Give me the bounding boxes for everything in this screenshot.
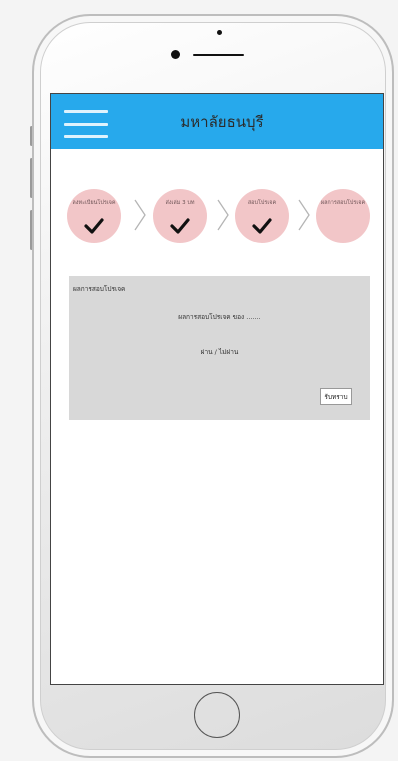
checkmark-icon bbox=[84, 218, 104, 234]
app-title: มหาลัยธนบุรี bbox=[180, 112, 264, 131]
step-label: ส่งเล่ม 3 บท bbox=[165, 200, 195, 206]
earpiece-speaker bbox=[193, 54, 244, 56]
step-register-project: ลงทะเบียนโปรเจค bbox=[67, 189, 121, 243]
proximity-sensor bbox=[217, 30, 222, 35]
step-label: ผลการสอบโปรเจค bbox=[320, 200, 366, 206]
app-header: มหาลัยธนบุรี bbox=[51, 94, 383, 149]
progress-steps: ลงทะเบียนโปรเจค ส่งเล่ม 3 บท สอบโปรเจค ผ… bbox=[67, 189, 373, 249]
card-title: ผลการสอบโปรเจค bbox=[73, 285, 126, 293]
acknowledge-button[interactable]: รับทราบ bbox=[320, 388, 352, 405]
chevron-right-icon bbox=[217, 199, 229, 231]
checkmark-icon bbox=[252, 218, 272, 234]
step-project-exam: สอบโปรเจค bbox=[235, 189, 289, 243]
pass-fail-text: ผ่าน / ไม่ผ่าน bbox=[200, 348, 239, 356]
home-button[interactable] bbox=[194, 692, 240, 738]
step-submit-chapters: ส่งเล่ม 3 บท bbox=[153, 189, 207, 243]
hamburger-menu-icon[interactable] bbox=[64, 110, 108, 138]
device-stage: มหาลัยธนบุรี ลงทะเบียนโปรเจค ส่งเล่ม 3 บ… bbox=[0, 0, 398, 761]
result-text: ผลการสอบโปรเจค ของ ....... bbox=[178, 313, 261, 321]
front-camera bbox=[171, 50, 180, 59]
chevron-right-icon bbox=[134, 199, 146, 231]
exam-result-card: ผลการสอบโปรเจค ผลการสอบโปรเจค ของ ......… bbox=[69, 276, 370, 420]
step-label: สอบโปรเจค bbox=[247, 200, 277, 206]
checkmark-icon bbox=[170, 218, 190, 234]
step-label: ลงทะเบียนโปรเจค bbox=[72, 200, 116, 206]
app-screen: มหาลัยธนบุรี ลงทะเบียนโปรเจค ส่งเล่ม 3 บ… bbox=[50, 93, 384, 685]
step-exam-result: ผลการสอบโปรเจค bbox=[316, 189, 370, 243]
chevron-right-icon bbox=[298, 199, 310, 231]
